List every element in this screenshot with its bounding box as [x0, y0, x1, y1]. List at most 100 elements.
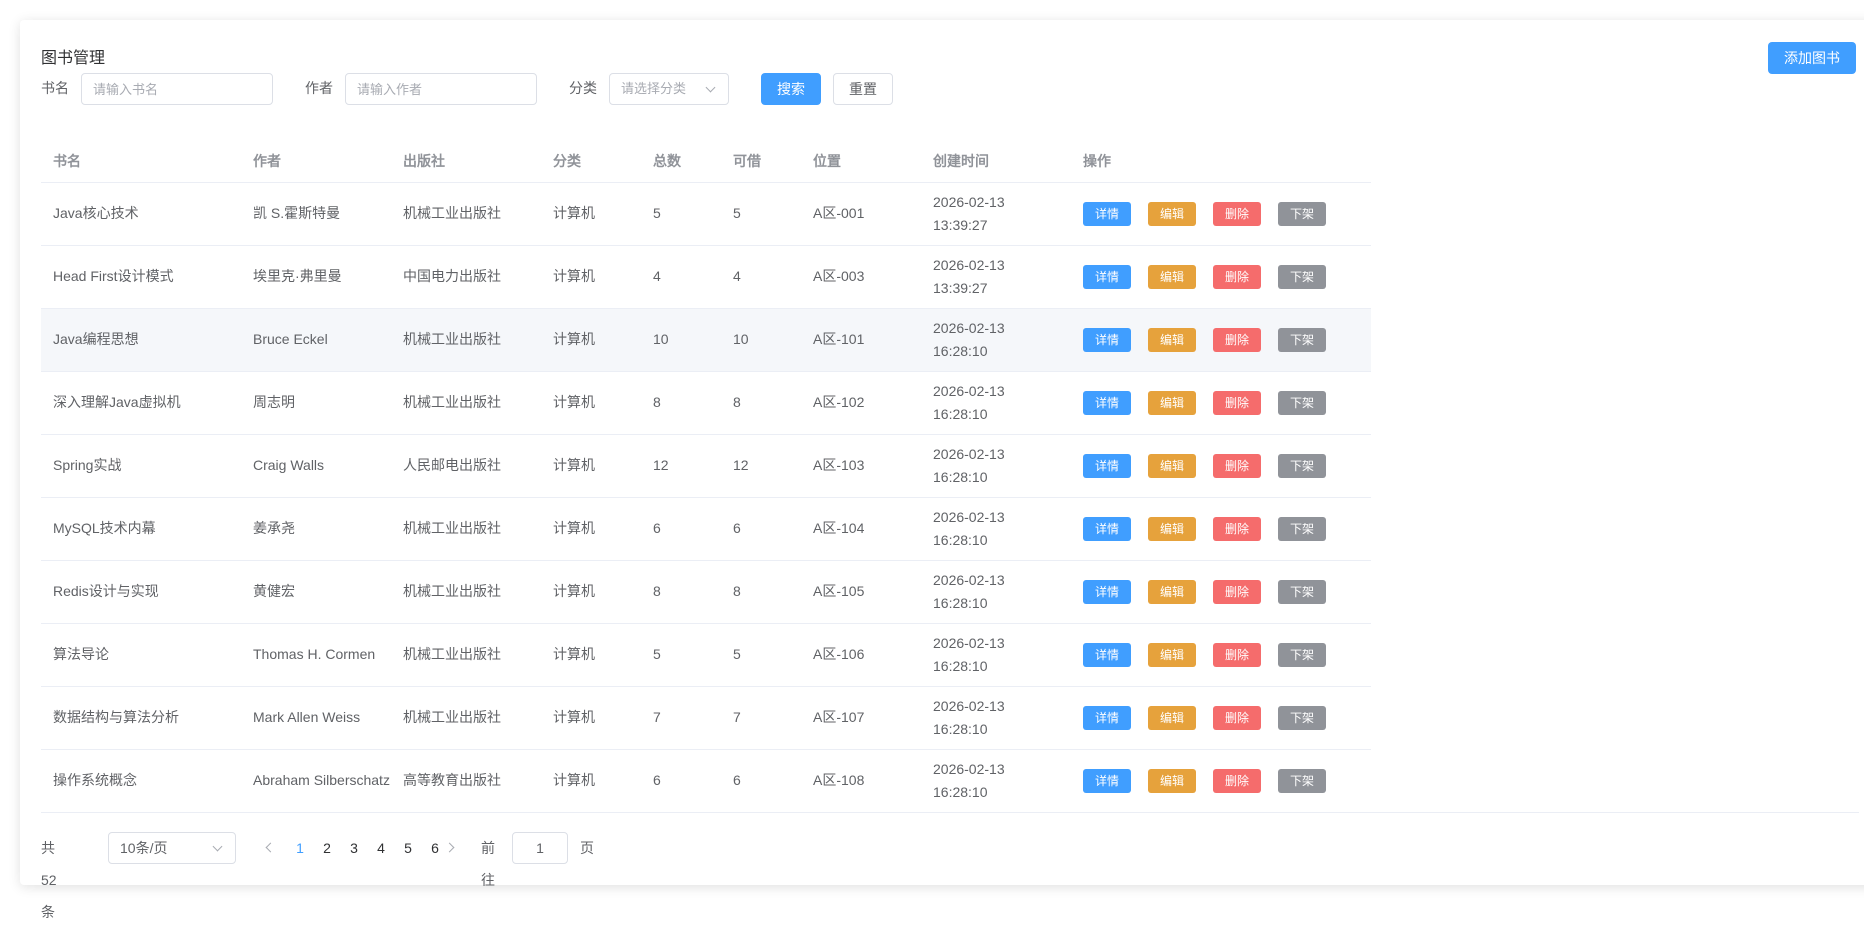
cell-actions: 详情 编辑 删除 下架: [1071, 245, 1371, 309]
detail-button[interactable]: 详情: [1083, 579, 1131, 604]
cell-location: A区-001: [801, 182, 921, 246]
chevron-right-icon: [444, 842, 455, 853]
reset-button[interactable]: 重置: [833, 73, 893, 105]
category-select[interactable]: 请选择分类: [609, 73, 729, 105]
delete-button[interactable]: 删除: [1213, 264, 1261, 289]
header-category: 分类: [541, 140, 641, 183]
edit-button[interactable]: 编辑: [1148, 453, 1196, 478]
off-shelf-button[interactable]: 下架: [1278, 642, 1326, 667]
cell-name: 深入理解Java虚拟机: [41, 371, 241, 435]
page-number[interactable]: 1: [288, 832, 312, 864]
edit-button[interactable]: 编辑: [1148, 516, 1196, 541]
page-number[interactable]: 4: [369, 832, 393, 864]
cell-location: A区-104: [801, 497, 921, 561]
cell-actions: 详情 编辑 删除 下架: [1071, 371, 1371, 435]
cell-available: 4: [721, 245, 801, 309]
delete-button[interactable]: 删除: [1213, 516, 1261, 541]
cell-available: 7: [721, 686, 801, 750]
author-input[interactable]: [345, 73, 537, 105]
detail-button[interactable]: 详情: [1083, 705, 1131, 730]
cell-location: A区-103: [801, 434, 921, 498]
off-shelf-button[interactable]: 下架: [1278, 201, 1326, 226]
detail-button[interactable]: 详情: [1083, 516, 1131, 541]
delete-button[interactable]: 删除: [1213, 327, 1261, 352]
goto-prefix: 前往: [481, 840, 495, 888]
delete-button[interactable]: 删除: [1213, 705, 1261, 730]
cell-location: A区-105: [801, 560, 921, 624]
created-date: 2026-02-13: [933, 256, 1005, 273]
delete-button[interactable]: 删除: [1213, 453, 1261, 478]
edit-button[interactable]: 编辑: [1148, 264, 1196, 289]
cell-available: 10: [721, 308, 801, 372]
goto-page-input[interactable]: 1: [512, 832, 568, 864]
cell-publisher: 机械工业出版社: [391, 308, 541, 372]
page-number[interactable]: 3: [342, 832, 366, 864]
cell-total: 6: [641, 497, 721, 561]
cell-total: 10: [641, 308, 721, 372]
created-date: 2026-02-13: [933, 193, 1005, 210]
off-shelf-button[interactable]: 下架: [1278, 579, 1326, 604]
cell-actions: 详情 编辑 删除 下架: [1071, 308, 1371, 372]
cell-available: 8: [721, 560, 801, 624]
table-row: Java核心技术凯 S.霍斯特曼 机械工业出版社 计算机 5 5 A区-001 2026-0…: [41, 182, 1371, 246]
book-name-input[interactable]: [81, 73, 273, 105]
cell-total: 5: [641, 623, 721, 687]
page-number[interactable]: 5: [396, 832, 420, 864]
delete-button[interactable]: 删除: [1213, 201, 1261, 226]
edit-button[interactable]: 编辑: [1148, 327, 1196, 352]
delete-button[interactable]: 删除: [1213, 390, 1261, 415]
table-row: Redis设计与实现 黄健宏 机械工业出版社 计算机 8 8 A区-105 2026-02-1…: [41, 560, 1371, 624]
chevron-down-icon: [705, 82, 716, 93]
edit-button[interactable]: 编辑: [1148, 201, 1196, 226]
detail-button[interactable]: 详情: [1083, 327, 1131, 352]
table-row: Java编程思想 Bruce Eckel 机械工业出版社 计算机 10 10 A区-101 2…: [41, 308, 1371, 372]
header-location: 位置: [801, 140, 921, 183]
cell-category: 计算机: [541, 182, 641, 246]
created-time: 16:28:10: [933, 468, 988, 485]
edit-button[interactable]: 编辑: [1148, 579, 1196, 604]
cell-created: 2026-02-13 16:28:10: [921, 434, 1071, 498]
edit-button[interactable]: 编辑: [1148, 705, 1196, 730]
add-book-button[interactable]: 添加图书: [1768, 42, 1856, 74]
cell-category: 计算机: [541, 623, 641, 687]
page-size-select[interactable]: 10条/页: [108, 832, 236, 864]
off-shelf-button[interactable]: 下架: [1278, 768, 1326, 793]
prev-page-button[interactable]: [262, 832, 278, 864]
cell-available: 8: [721, 371, 801, 435]
off-shelf-button[interactable]: 下架: [1278, 327, 1326, 352]
page-number[interactable]: 2: [315, 832, 339, 864]
detail-button[interactable]: 详情: [1083, 768, 1131, 793]
edit-button[interactable]: 编辑: [1148, 390, 1196, 415]
off-shelf-button[interactable]: 下架: [1278, 705, 1326, 730]
cell-category: 计算机: [541, 434, 641, 498]
cell-name: Spring实战: [41, 434, 241, 498]
chevron-left-icon: [265, 842, 276, 853]
cell-publisher: 机械工业出版社: [391, 686, 541, 750]
detail-button[interactable]: 详情: [1083, 453, 1131, 478]
next-page-button[interactable]: [444, 832, 460, 864]
created-date: 2026-02-13: [933, 319, 1005, 336]
cell-total: 6: [641, 749, 721, 813]
detail-button[interactable]: 详情: [1083, 390, 1131, 415]
search-button[interactable]: 搜索: [761, 73, 821, 105]
off-shelf-button[interactable]: 下架: [1278, 453, 1326, 478]
delete-button[interactable]: 删除: [1213, 579, 1261, 604]
created-date: 2026-02-13: [933, 445, 1005, 462]
detail-button[interactable]: 详情: [1083, 201, 1131, 226]
cell-location: A区-003: [801, 245, 921, 309]
cell-actions: 详情 编辑 删除 下架: [1071, 686, 1371, 750]
edit-button[interactable]: 编辑: [1148, 642, 1196, 667]
off-shelf-button[interactable]: 下架: [1278, 390, 1326, 415]
delete-button[interactable]: 删除: [1213, 768, 1261, 793]
off-shelf-button[interactable]: 下架: [1278, 264, 1326, 289]
detail-button[interactable]: 详情: [1083, 264, 1131, 289]
edit-button[interactable]: 编辑: [1148, 768, 1196, 793]
cell-author: Craig Walls: [241, 434, 391, 498]
header-created: 创建时间: [921, 140, 1071, 183]
created-time: 13:39:27: [933, 279, 988, 296]
created-time: 16:28:10: [933, 783, 988, 800]
cell-name: Java编程思想: [41, 308, 241, 372]
off-shelf-button[interactable]: 下架: [1278, 516, 1326, 541]
detail-button[interactable]: 详情: [1083, 642, 1131, 667]
delete-button[interactable]: 删除: [1213, 642, 1261, 667]
